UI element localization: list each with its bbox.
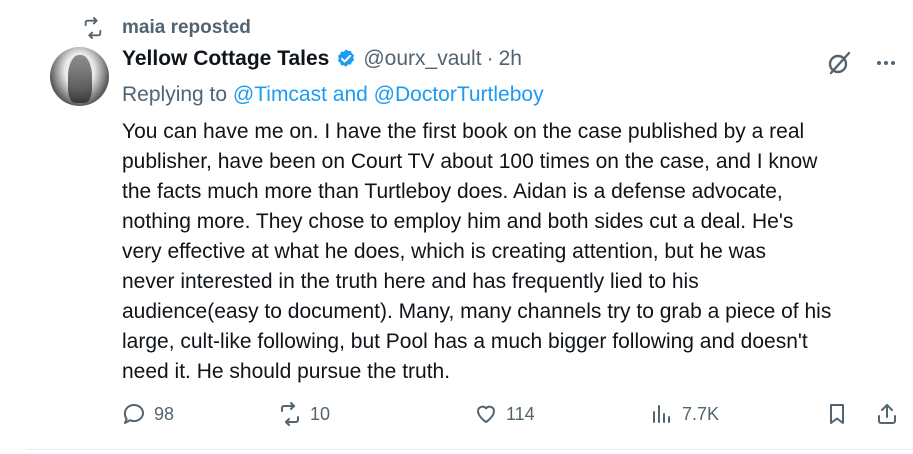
replying-to-users[interactable]: @Timcast and @DoctorTurtleboy [233,83,544,106]
reply-count: 98 [154,403,175,424]
tweet-text-line: audience(easy to document). Many, many c… [122,300,832,323]
tweet-text-line: You can have me on. I have the first boo… [122,120,805,143]
bookmark-icon [825,402,849,426]
like-button[interactable]: 114 [474,399,535,429]
views-count: 7.7K [682,403,720,424]
author-name[interactable]: Yellow Cottage Tales [122,47,329,71]
analytics-icon [650,402,674,426]
tweet-text: You can have me on. I have the first boo… [122,117,898,387]
tweet-text-line: need it. He should pursue the truth. [122,360,451,383]
tweet-text-line: very effective at what he does, which is… [122,240,766,263]
repost-context[interactable]: maia reposted [82,16,251,40]
verified-badge-icon[interactable] [335,48,357,70]
repost-label: maia reposted [122,17,251,38]
repost-icon [278,402,302,426]
tweet-text-line: publisher, have been on Court TV about 1… [122,150,818,173]
bookmark-button[interactable] [825,399,849,429]
repost-count: 10 [310,403,331,424]
grok-icon[interactable] [825,49,853,77]
like-count: 114 [506,403,535,424]
share-icon [875,402,899,426]
reply-button[interactable]: 98 [122,399,174,429]
reply-icon [122,402,146,426]
tweet[interactable]: maia reposted Yellow Cottage Tales @ourx… [26,0,913,450]
avatar[interactable] [50,47,109,106]
tweet-header: Yellow Cottage Tales @ourx_vault · 2h [122,47,522,71]
tweet-text-line: the facts much more than Turtleboy does.… [122,180,783,203]
tweet-text-line: nothing more. They chose to employ him a… [122,210,794,233]
replying-to-prefix: Replying to [122,83,228,106]
tweet-top-actions [825,49,899,77]
views-button[interactable]: 7.7K [650,399,719,429]
heart-icon [474,402,498,426]
repost-button[interactable]: 10 [278,399,330,429]
tweet-text-line: large, cult-like following, but Pool has… [122,330,808,353]
more-options-icon[interactable] [873,50,899,76]
repost-icon [82,17,104,39]
share-button[interactable] [875,399,899,429]
timestamp[interactable]: 2h [499,47,522,71]
replying-to: Replying to @Timcast and @DoctorTurtlebo… [122,83,544,107]
separator-dot: · [486,47,494,70]
tweet-text-line: never interested in the truth here and h… [122,270,699,293]
author-handle[interactable]: @ourx_vault [363,47,481,71]
action-bar: 98 10 114 7.7K [122,399,912,429]
